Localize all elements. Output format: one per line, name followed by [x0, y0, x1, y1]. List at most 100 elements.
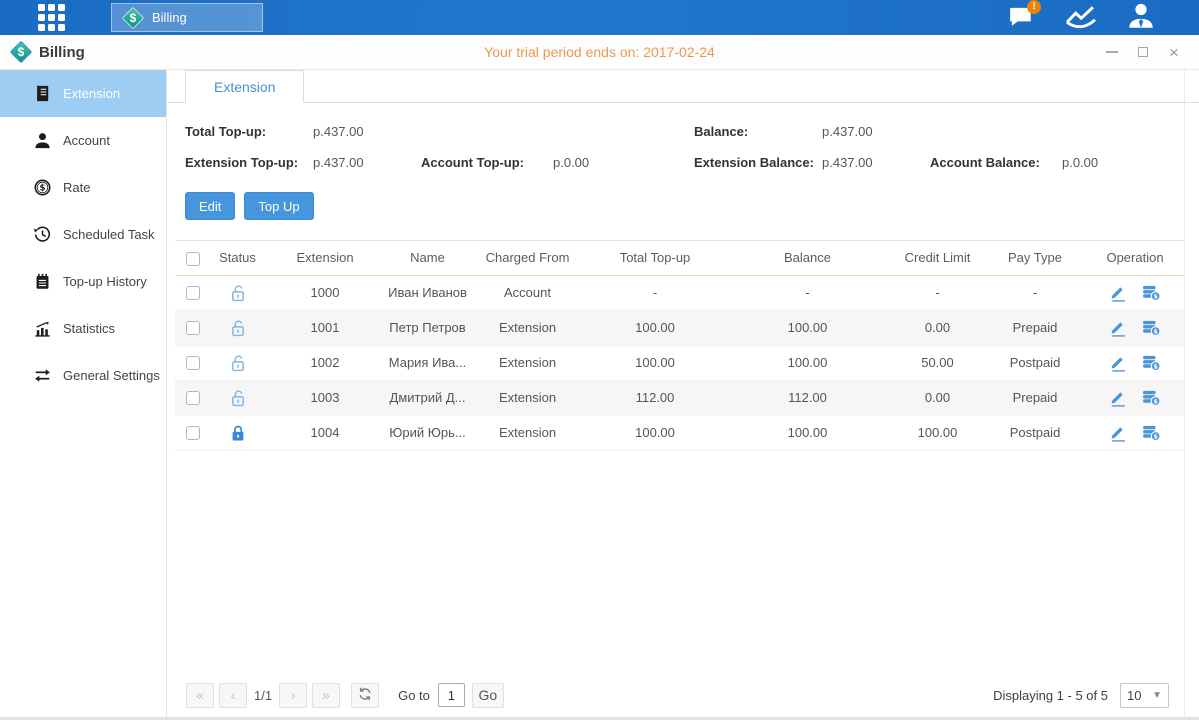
notifications-icon[interactable]: ! [1005, 5, 1037, 31]
goto-label: Go to [398, 688, 430, 703]
column-header-operation: Operation [1085, 241, 1185, 276]
displaying-text: Displaying 1 - 5 of 5 [993, 688, 1108, 703]
svg-text:$: $ [1153, 362, 1158, 370]
minimize-button[interactable] [1105, 45, 1119, 59]
cell-total-topup: 112.00 [585, 380, 725, 415]
extension-table: StatusExtensionNameCharged FromTotal Top… [175, 240, 1185, 451]
select-all-checkbox[interactable] [186, 252, 200, 266]
sidebar-item-general-settings[interactable]: General Settings [0, 352, 166, 399]
sidebar-item-rate[interactable]: $ Rate [0, 164, 166, 211]
edit-button[interactable] [1109, 354, 1128, 372]
row-topup-button[interactable]: $ [1142, 424, 1161, 442]
taskbar: $ Billing ! [0, 0, 1199, 35]
next-page-button[interactable]: › [279, 683, 307, 708]
prev-page-button[interactable]: ‹ [219, 683, 247, 708]
row-topup-button[interactable]: $ [1142, 354, 1161, 372]
row-topup-button[interactable]: $ [1142, 319, 1161, 337]
sidebar-item-extension[interactable]: Extension [0, 70, 166, 117]
transfer-icon [34, 367, 51, 384]
cell-name: Иван Иванов [385, 275, 470, 310]
cell-operation: $ [1085, 345, 1185, 380]
total-topup-label: Total Top-up: [185, 124, 313, 139]
app-grid-icon[interactable] [34, 1, 68, 35]
cell-balance: 100.00 [725, 345, 890, 380]
table-row: 1004Юрий Юрь...Extension100.00100.00100.… [175, 415, 1185, 450]
account-topup-label: Account Top-up: [421, 155, 553, 170]
maximize-button[interactable] [1136, 45, 1150, 59]
cell-credit-limit: 100.00 [890, 415, 985, 450]
edit-button[interactable] [1109, 389, 1128, 407]
edit-button[interactable] [1109, 424, 1128, 442]
edit-button[interactable] [1109, 284, 1128, 302]
sidebar-item-statistics[interactable]: Statistics [0, 305, 166, 352]
cell-pay-type: Prepaid [985, 310, 1085, 345]
cell-balance: 112.00 [725, 380, 890, 415]
chart-icon [1064, 2, 1098, 33]
content-right-divider [1184, 70, 1185, 717]
chevron-down-icon: ▼ [1152, 690, 1162, 701]
sidebar-item-account[interactable]: Account [0, 117, 166, 164]
sidebar-item-scheduled-task[interactable]: Scheduled Task [0, 211, 166, 258]
trial-notice: Your trial period ends on: 2017-02-24 [0, 44, 1199, 60]
sidebar-item-label: Scheduled Task [63, 227, 155, 242]
row-topup-button[interactable]: $ [1142, 389, 1161, 407]
cell-charged-from: Extension [470, 380, 585, 415]
first-page-button[interactable]: « [186, 683, 214, 708]
cell-balance: 100.00 [725, 310, 890, 345]
svg-text:$: $ [1153, 397, 1158, 405]
row-checkbox[interactable] [186, 321, 200, 335]
cell-pay-type: Postpaid [985, 415, 1085, 450]
sidebar-item-top-up-history[interactable]: Top-up History [0, 258, 166, 305]
close-button[interactable]: × [1167, 45, 1181, 59]
page-size-value: 10 [1127, 688, 1141, 703]
row-checkbox[interactable] [186, 426, 200, 440]
cell-extension: 1004 [265, 415, 385, 450]
page-size-select[interactable]: 10 ▼ [1120, 683, 1169, 708]
user-icon [1126, 1, 1156, 34]
tab-extension[interactable]: Extension [185, 70, 304, 103]
resource-monitor-icon[interactable] [1065, 5, 1097, 31]
lock-open-icon [229, 284, 247, 302]
extension-topup-label: Extension Top-up: [185, 155, 313, 170]
pagination-bar: « ‹ 1/1 › » Go to Go Displaying 1 - 5 of… [186, 682, 1169, 708]
lock-open-icon [229, 354, 247, 372]
extension-topup-value: p.437.00 [313, 155, 421, 170]
window-controls: × [1105, 45, 1199, 59]
taskbar-tab-label: Billing [152, 10, 187, 25]
row-checkbox[interactable] [186, 286, 200, 300]
cell-balance: - [725, 275, 890, 310]
total-topup-value: p.437.00 [313, 124, 421, 139]
edit-button[interactable] [1109, 319, 1128, 337]
cell-credit-limit: - [890, 275, 985, 310]
row-topup-button[interactable]: $ [1142, 284, 1161, 302]
column-header-pay-type: Pay Type [985, 241, 1085, 276]
cell-charged-from: Account [470, 275, 585, 310]
goto-page-input[interactable] [438, 683, 465, 707]
svg-text:$: $ [1153, 292, 1158, 300]
account-balance-value: p.0.00 [1062, 155, 1098, 170]
taskbar-tab-billing[interactable]: $ Billing [111, 3, 263, 32]
column-header-balance: Balance [725, 241, 890, 276]
sidebar-item-label: Rate [63, 180, 90, 195]
refresh-button[interactable] [351, 683, 379, 708]
row-checkbox[interactable] [186, 356, 200, 370]
go-button[interactable]: Go [472, 683, 504, 708]
toolbar: Edit Top Up [185, 192, 1199, 220]
window-title: Billing [39, 44, 85, 61]
clock-icon [34, 226, 51, 243]
sidebar-item-label: General Settings [63, 368, 160, 383]
last-page-button[interactable]: » [312, 683, 340, 708]
cell-total-topup: - [585, 275, 725, 310]
user-account-icon[interactable] [1125, 5, 1157, 31]
cell-extension: 1002 [265, 345, 385, 380]
topup-button[interactable]: Top Up [244, 192, 313, 220]
edit-button[interactable]: Edit [185, 192, 235, 220]
account-topup-value: p.0.00 [553, 155, 694, 170]
extension-balance-value: p.437.00 [822, 155, 930, 170]
cell-credit-limit: 0.00 [890, 310, 985, 345]
row-checkbox[interactable] [186, 391, 200, 405]
cell-total-topup: 100.00 [585, 415, 725, 450]
cell-total-topup: 100.00 [585, 310, 725, 345]
lock-open-icon [229, 319, 247, 337]
sidebar-item-label: Account [63, 133, 110, 148]
